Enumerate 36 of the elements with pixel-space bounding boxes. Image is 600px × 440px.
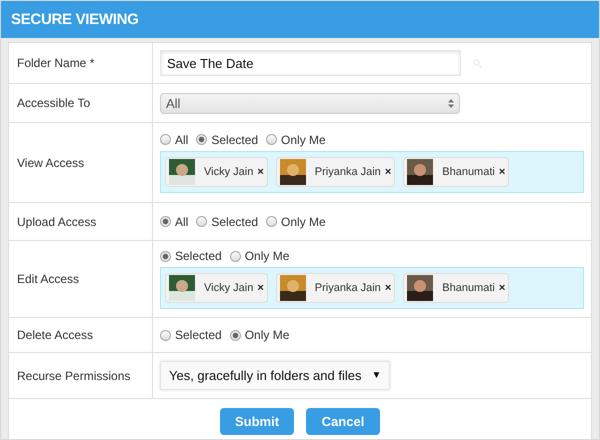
- person-name: Bhanumati: [442, 282, 495, 294]
- remove-button[interactable]: ×: [498, 166, 506, 178]
- field-label: Folder Name *: [17, 56, 94, 70]
- folder-name-field[interactable]: Save The Date: [160, 50, 461, 76]
- remove-button[interactable]: ×: [257, 282, 264, 294]
- remove-button[interactable]: ×: [384, 166, 392, 178]
- updown-icon: [448, 98, 454, 108]
- radio-option[interactable]: Only Me: [266, 132, 326, 146]
- radio-option[interactable]: Selected: [196, 132, 258, 146]
- radio-option[interactable]: All: [160, 132, 188, 146]
- radio-option[interactable]: All: [160, 214, 188, 228]
- people-field[interactable]: Vicky Jain × Priyanka Jain × Bhanumati ×: [160, 150, 584, 192]
- radio-option[interactable]: Only Me: [230, 328, 290, 342]
- field-label: Delete Access: [17, 328, 94, 342]
- person-name: Bhanumati: [442, 166, 495, 178]
- select-field[interactable]: All: [160, 92, 460, 114]
- person-name: Vicky Jain: [204, 166, 254, 178]
- header-title: SECURE VIEWING: [11, 11, 138, 28]
- radio-option[interactable]: Selected: [160, 249, 222, 263]
- field-label: Accessible To: [17, 96, 90, 110]
- field-label: View Access: [17, 156, 84, 170]
- person-name: Priyanka Jain: [314, 282, 381, 294]
- radio-option[interactable]: Only Me: [266, 214, 326, 228]
- radio-option[interactable]: Selected: [160, 328, 222, 342]
- field-label: Recurse Permissions: [17, 368, 130, 382]
- radio-option[interactable]: Selected: [196, 214, 258, 228]
- remove-button[interactable]: ×: [384, 282, 392, 294]
- people-field[interactable]: Vicky Jain × Priyanka Jain × Bhanumati ×: [160, 267, 584, 309]
- radio-option[interactable]: Only Me: [230, 249, 290, 263]
- field-label: Edit Access: [17, 272, 80, 286]
- person-name: Priyanka Jain: [314, 166, 381, 178]
- dropdown-field[interactable]: Yes, gracefully in folders and files ▼: [160, 361, 390, 390]
- remove-button[interactable]: ×: [498, 282, 506, 294]
- person-name: Vicky Jain: [204, 282, 254, 294]
- remove-button[interactable]: ×: [257, 166, 264, 178]
- field-label: Upload Access: [17, 214, 96, 228]
